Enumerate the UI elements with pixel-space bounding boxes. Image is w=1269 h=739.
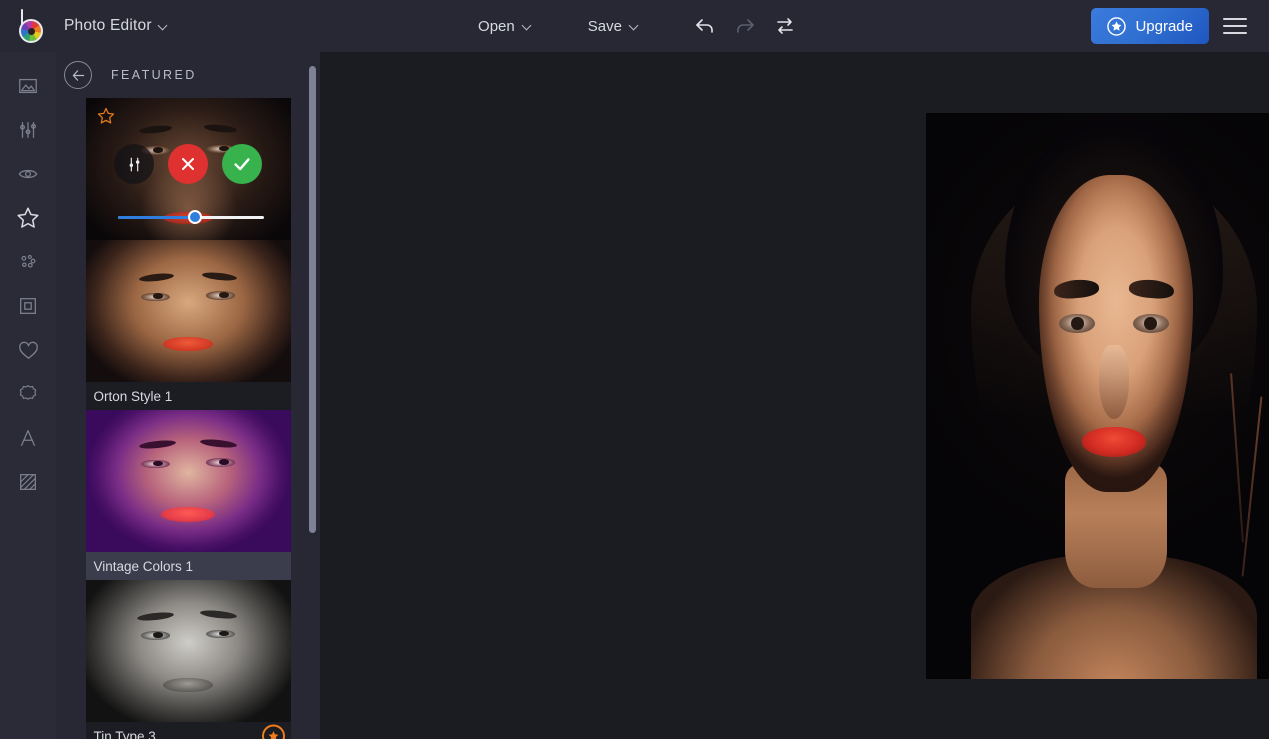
list-item[interactable]: Tin Type 3 bbox=[85, 580, 291, 739]
save-label: Save bbox=[587, 17, 622, 35]
back-button[interactable] bbox=[64, 61, 92, 89]
app-title-label: Photo Editor bbox=[64, 17, 152, 34]
redo-arrow-icon bbox=[737, 19, 754, 33]
chevron-down-icon bbox=[159, 22, 168, 31]
open-label: Open bbox=[478, 17, 515, 35]
apply-filter-button[interactable] bbox=[222, 144, 262, 184]
top-center-controls: Open Save bbox=[0, 0, 1269, 52]
hamburger-menu-icon bbox=[1223, 18, 1247, 34]
upgrade-button[interactable]: Upgrade bbox=[1091, 8, 1209, 44]
top-bar: Photo Editor Open Save Upgrade bbox=[0, 0, 1269, 52]
filter-panel: FEATURED Orton Style 1 Vintage Colors 1 … bbox=[56, 52, 320, 739]
main-menu-button[interactable] bbox=[1215, 6, 1255, 46]
sidebar-item-image[interactable] bbox=[0, 64, 56, 108]
aperture-logo-icon bbox=[12, 8, 48, 44]
photo-container bbox=[926, 113, 1269, 679]
sidebar-item-frames[interactable] bbox=[0, 284, 56, 328]
scrollbar-thumb[interactable] bbox=[309, 65, 316, 533]
slider-handle[interactable] bbox=[187, 210, 202, 224]
cancel-filter-button[interactable] bbox=[168, 144, 208, 184]
filter-settings-button[interactable] bbox=[114, 144, 154, 184]
sidebar-item-stickers[interactable] bbox=[0, 328, 56, 372]
status-badge[interactable] bbox=[261, 724, 285, 739]
diagonal-stripes-icon bbox=[20, 474, 36, 490]
sliders-small-icon bbox=[129, 157, 139, 171]
star-circle-icon bbox=[268, 731, 278, 739]
eye-icon bbox=[18, 169, 38, 179]
sidebar-item-filters[interactable] bbox=[0, 196, 56, 240]
compare-button[interactable] bbox=[765, 6, 805, 46]
frame-square-icon bbox=[20, 298, 36, 314]
star-outline-icon bbox=[97, 107, 114, 124]
starburst-badge-icon bbox=[19, 385, 37, 400]
list-item[interactable]: Orton Style 1 bbox=[85, 240, 291, 410]
upgrade-label: Upgrade bbox=[1135, 17, 1193, 35]
save-menu-button[interactable]: Save bbox=[574, 12, 653, 41]
sidebar-item-adjust[interactable] bbox=[0, 108, 56, 152]
panel-header: FEATURED bbox=[56, 52, 320, 98]
slider-fill bbox=[117, 216, 195, 219]
redo-button[interactable] bbox=[725, 6, 765, 46]
undo-arrow-icon bbox=[696, 19, 713, 33]
filter-label: Tin Type 3 bbox=[85, 722, 291, 739]
compare-swap-icon bbox=[777, 18, 793, 34]
undo-button[interactable] bbox=[685, 6, 725, 46]
image-landscape-icon bbox=[19, 78, 37, 94]
filter-controls bbox=[86, 144, 291, 184]
tool-rail bbox=[0, 52, 56, 739]
sidebar-item-badges[interactable] bbox=[0, 372, 56, 416]
filter-label: Vintage Colors 1 bbox=[85, 552, 291, 580]
sidebar-item-text[interactable] bbox=[0, 416, 56, 460]
sidebar-item-textures[interactable] bbox=[0, 240, 56, 284]
arrow-left-circle-icon bbox=[72, 69, 84, 81]
filter-label: Orton Style 1 bbox=[85, 382, 291, 410]
chevron-down-icon bbox=[523, 22, 532, 31]
sliders-icon bbox=[20, 122, 36, 138]
portrait-photo[interactable] bbox=[926, 113, 1269, 679]
app-title-menu[interactable]: Photo Editor bbox=[64, 17, 168, 35]
filter-list: Orton Style 1 Vintage Colors 1 Tin Type … bbox=[56, 98, 320, 739]
page-title: FEATURED bbox=[111, 68, 197, 82]
photo-editor-app: Photo Editor Open Save Upgrade FEATURED … bbox=[0, 0, 1269, 739]
filter-thumbnail bbox=[85, 240, 291, 382]
close-x-icon bbox=[182, 158, 194, 170]
filter-thumbnail bbox=[85, 580, 291, 722]
app-body: FEATURED Orton Style 1 Vintage Colors 1 … bbox=[0, 52, 1269, 739]
star-icon bbox=[17, 207, 39, 228]
filter-list-scrollbar[interactable] bbox=[309, 52, 316, 739]
open-menu-button[interactable]: Open bbox=[464, 12, 546, 41]
top-right-controls: Upgrade bbox=[1091, 6, 1269, 46]
sidebar-item-overlays[interactable] bbox=[0, 460, 56, 504]
list-item[interactable] bbox=[85, 98, 291, 240]
star-circle-icon bbox=[1107, 16, 1127, 36]
filter-thumbnail bbox=[85, 410, 291, 552]
favorite-toggle[interactable] bbox=[96, 106, 116, 131]
filter-label-text: Tin Type 3 bbox=[93, 728, 156, 739]
sidebar-item-effects[interactable] bbox=[0, 152, 56, 196]
heart-icon bbox=[18, 341, 38, 359]
brand: Photo Editor bbox=[0, 8, 168, 44]
check-icon bbox=[234, 158, 250, 171]
text-a-icon bbox=[20, 430, 36, 446]
canvas-area[interactable]: 14% bbox=[320, 52, 1269, 739]
filter-strength-slider[interactable] bbox=[117, 210, 264, 224]
chevron-down-icon bbox=[630, 22, 639, 31]
dots-particles-icon bbox=[21, 254, 36, 268]
list-item[interactable]: Vintage Colors 1 bbox=[85, 410, 291, 580]
